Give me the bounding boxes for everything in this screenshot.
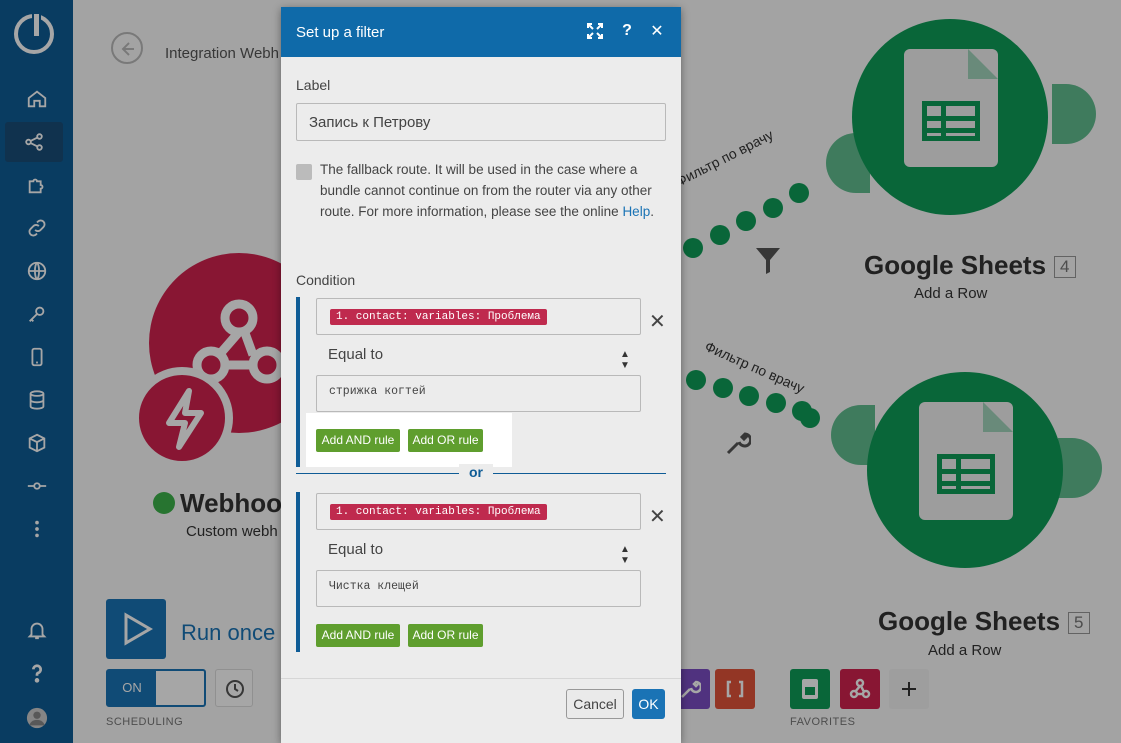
condition-field-input[interactable]: 1. contact: variables: Проблема: [316, 298, 641, 335]
label-caption: Label: [296, 77, 331, 93]
operator-select[interactable]: Equal to: [328, 541, 383, 558]
modal-header: Set up a filter ? ✕: [281, 7, 681, 57]
operator-select[interactable]: Equal to: [328, 346, 383, 363]
remove-rule-icon[interactable]: ✕: [649, 504, 666, 529]
variable-pill[interactable]: 1. contact: variables: Проблема: [330, 309, 547, 325]
label-input[interactable]: Запись к Петрову: [296, 103, 666, 141]
add-or-rule-button[interactable]: Add OR rule: [408, 624, 483, 647]
or-separator: or: [459, 464, 493, 480]
add-or-rule-button[interactable]: Add OR rule: [408, 429, 483, 452]
condition-group-bar: [296, 297, 300, 467]
help-question-icon[interactable]: ?: [617, 21, 637, 41]
condition-value-input[interactable]: Чистка клещей: [316, 570, 641, 607]
select-arrows-icon[interactable]: ▲ ▼: [620, 544, 630, 566]
condition-group-bar: [296, 492, 300, 652]
condition-value-input[interactable]: стрижка когтей: [316, 375, 641, 412]
filter-setup-modal: Set up a filter ? ✕ Label Запись к Петро…: [281, 7, 681, 743]
remove-rule-icon[interactable]: ✕: [649, 309, 666, 334]
select-arrows-icon[interactable]: ▲ ▼: [620, 349, 630, 371]
close-icon[interactable]: ✕: [647, 21, 667, 41]
help-link[interactable]: Help: [622, 204, 650, 219]
modal-title: Set up a filter: [296, 24, 385, 41]
expand-icon[interactable]: [585, 21, 605, 41]
fallback-route-checkbox[interactable]: [296, 164, 312, 180]
fallback-route-description: The fallback route. It will be used in t…: [320, 162, 654, 219]
add-and-rule-button[interactable]: Add AND rule: [316, 429, 400, 452]
variable-pill[interactable]: 1. contact: variables: Проблема: [330, 504, 547, 520]
cancel-button[interactable]: Cancel: [566, 689, 624, 719]
add-and-rule-button[interactable]: Add AND rule: [316, 624, 400, 647]
condition-caption: Condition: [296, 272, 356, 288]
ok-button[interactable]: OK: [632, 689, 665, 719]
condition-field-input[interactable]: 1. contact: variables: Проблема: [316, 493, 641, 530]
